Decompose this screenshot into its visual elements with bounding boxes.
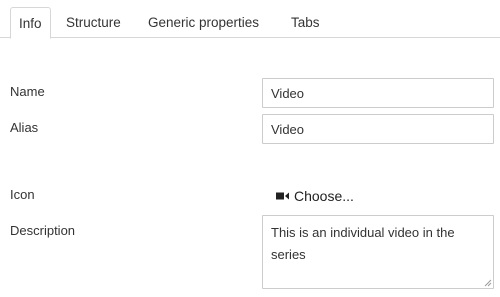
tab-structure[interactable]: Structure [66,7,121,38]
choose-label: Choose... [294,188,354,204]
name-input[interactable] [262,78,494,108]
tab-info[interactable]: Info [10,7,51,39]
alias-label: Alias [10,120,39,135]
name-label: Name [10,84,45,99]
tab-bar: Info Structure Generic properties Tabs [0,0,500,39]
description-label: Description [10,223,76,238]
icon-choose-button[interactable]: Choose... [276,187,354,205]
video-camera-icon [276,192,289,200]
alias-input[interactable] [262,114,494,144]
resize-grip-icon[interactable] [484,279,492,287]
document-type-editor: Info Structure Generic properties Tabs N… [0,0,500,297]
tab-generic-properties[interactable]: Generic properties [148,7,259,38]
icon-label: Icon [10,187,35,202]
description-textarea[interactable]: This is an individual video in the serie… [262,215,494,289]
tab-tabs[interactable]: Tabs [291,7,320,38]
